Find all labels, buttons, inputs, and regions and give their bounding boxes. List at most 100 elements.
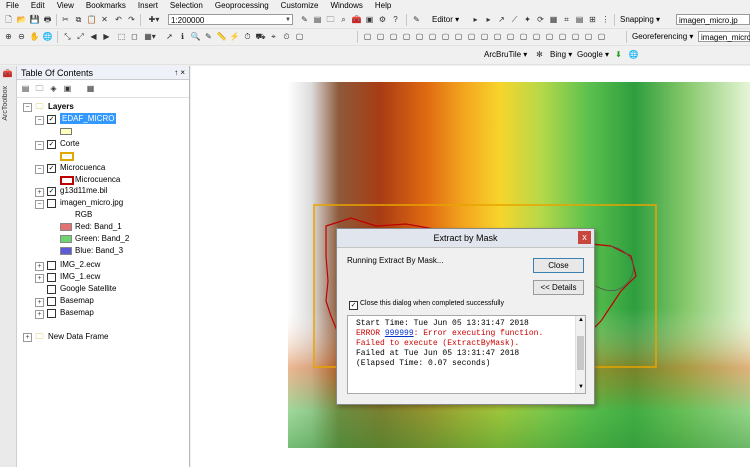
menu-edit[interactable]: Edit xyxy=(25,0,51,11)
list-by-selection-icon[interactable]: ▣ xyxy=(62,83,73,94)
list-by-visibility-icon[interactable]: ◈ xyxy=(48,83,59,94)
cut-polygon-icon[interactable]: ⟋ xyxy=(509,14,520,25)
redo-icon[interactable]: ↷ xyxy=(126,14,137,25)
expand-icon[interactable]: + xyxy=(35,188,44,197)
menu-customize[interactable]: Customize xyxy=(275,0,325,11)
layer-checkbox[interactable] xyxy=(47,309,56,318)
toc-layer-google-satellite[interactable]: Google Satellite xyxy=(60,283,116,294)
toc-layer-microcuenca[interactable]: Microcuenca xyxy=(60,162,105,173)
snapping-menu[interactable]: Snapping ▾ xyxy=(620,14,660,25)
toc-layer-basemap-1[interactable]: Basemap xyxy=(60,295,94,306)
search-icon[interactable]: ⌕ xyxy=(338,14,349,25)
edit-vertices-icon[interactable]: ▸ xyxy=(483,14,494,25)
details-button[interactable]: << Details xyxy=(533,280,584,295)
toc-layer-img1[interactable]: IMG_1.ecw xyxy=(60,271,100,282)
hyperlink-icon[interactable]: ⚡ xyxy=(229,31,240,42)
close-button[interactable]: Close xyxy=(533,258,584,273)
layer-checkbox[interactable]: ✓ xyxy=(47,115,56,124)
georef-tool-5-icon[interactable]: ▢ xyxy=(414,31,425,42)
georef-tool-13-icon[interactable]: ▢ xyxy=(518,31,529,42)
close-icon[interactable]: x xyxy=(578,231,591,244)
bing-menu[interactable]: Bing ▾ xyxy=(550,49,572,60)
python-icon[interactable]: ▣ xyxy=(364,14,375,25)
georef-tool-8-icon[interactable]: ▢ xyxy=(453,31,464,42)
menu-insert[interactable]: Insert xyxy=(132,0,164,11)
georef-tool-11-icon[interactable]: ▢ xyxy=(492,31,503,42)
layer-checkbox[interactable] xyxy=(47,261,56,270)
layer-checkbox[interactable]: ✓ xyxy=(47,140,56,149)
layer-combo[interactable]: imagen_micro.jp xyxy=(676,14,750,25)
layer-checkbox[interactable] xyxy=(47,199,56,208)
list-by-source-icon[interactable]: 🗀 xyxy=(34,83,45,94)
expand-icon[interactable]: + xyxy=(35,274,44,283)
toc-new-data-frame[interactable]: New Data Frame xyxy=(48,331,108,342)
menu-windows[interactable]: Windows xyxy=(324,0,368,11)
georef-layer-combo[interactable]: imagen_micro.jp xyxy=(698,31,750,42)
copy-icon[interactable]: ⧉ xyxy=(73,14,84,25)
model-builder-icon[interactable]: ⚙ xyxy=(377,14,388,25)
arctoolbox-icon[interactable]: 🧰 xyxy=(2,68,13,79)
layer-checkbox[interactable] xyxy=(47,297,56,306)
collapse-icon[interactable]: − xyxy=(35,141,44,150)
select-dropdown-icon[interactable]: ▦▾ xyxy=(142,31,158,42)
dialog-title-bar[interactable]: Extract by Mask x xyxy=(337,229,594,248)
expand-icon[interactable]: + xyxy=(35,262,44,271)
collapse-icon[interactable]: − xyxy=(35,165,44,174)
zoom-out-icon[interactable]: ⊖ xyxy=(16,31,27,42)
open-time-slider-icon[interactable]: ⏲ xyxy=(281,31,292,42)
rotate-icon[interactable]: ⟳ xyxy=(535,14,546,25)
forward-icon[interactable]: ▶ xyxy=(101,31,112,42)
georef-tool-9-icon[interactable]: ▢ xyxy=(466,31,477,42)
clear-selection-icon[interactable]: ◻ xyxy=(129,31,140,42)
georef-tool-2-icon[interactable]: ▢ xyxy=(375,31,386,42)
split-icon[interactable]: ✦ xyxy=(522,14,533,25)
select-features-icon[interactable]: ⬚ xyxy=(116,31,127,42)
editor-menu[interactable]: Editor ▾ xyxy=(432,14,459,25)
create-features-icon[interactable]: ▤ xyxy=(574,14,585,25)
layers-root-label[interactable]: Layers xyxy=(48,101,74,112)
scroll-thumb[interactable] xyxy=(577,336,584,370)
expand-icon[interactable]: + xyxy=(35,298,44,307)
georef-tool-10-icon[interactable]: ▢ xyxy=(479,31,490,42)
toc-options-icon[interactable]: ▦ xyxy=(85,83,96,94)
reshape-icon[interactable]: ↗ xyxy=(496,14,507,25)
georef-tool-6-icon[interactable]: ▢ xyxy=(427,31,438,42)
log-scrollbar[interactable]: ▲ ▼ xyxy=(575,316,585,393)
open-icon[interactable]: 📂 xyxy=(16,14,27,25)
arctoolbox-icon[interactable]: 🧰 xyxy=(351,14,362,25)
scroll-down-icon[interactable]: ▼ xyxy=(578,384,584,390)
html-popup-icon[interactable]: ✎ xyxy=(203,31,214,42)
pan-icon[interactable]: ✋ xyxy=(29,31,40,42)
edit-tool-icon[interactable]: ✎ xyxy=(411,14,422,25)
find-route-icon[interactable]: ⛟ xyxy=(255,31,266,42)
error-code-link[interactable]: 999999 xyxy=(385,329,414,338)
georeferencing-menu[interactable]: Georeferencing ▾ xyxy=(632,31,693,42)
georef-tool-18-icon[interactable]: ▢ xyxy=(583,31,594,42)
fixed-zoom-in-icon[interactable]: ⤡ xyxy=(62,31,73,42)
menu-bookmarks[interactable]: Bookmarks xyxy=(80,0,132,11)
chevron-down-icon[interactable]: ▼ xyxy=(285,15,291,26)
toc-layer-g13d11me[interactable]: g13d11me.bil xyxy=(60,185,107,196)
list-by-drawing-order-icon[interactable]: ▤ xyxy=(20,83,31,94)
georef-tool-12-icon[interactable]: ▢ xyxy=(505,31,516,42)
delete-icon[interactable]: ✕ xyxy=(99,14,110,25)
expand-icon[interactable]: + xyxy=(35,310,44,319)
download-arrow-icon[interactable]: ⬇ xyxy=(613,49,624,60)
add-data-icon[interactable]: ✚▾ xyxy=(146,14,162,25)
menu-geoprocessing[interactable]: Geoprocessing xyxy=(209,0,275,11)
select-elements-icon[interactable]: ➚ xyxy=(164,31,175,42)
toc-layer-basemap-2[interactable]: Basemap xyxy=(60,307,94,318)
globe-icon[interactable]: 🌐 xyxy=(628,49,639,60)
undo-icon[interactable]: ↶ xyxy=(113,14,124,25)
layer-checkbox[interactable] xyxy=(47,273,56,282)
toc-pin-close[interactable]: ↑ × xyxy=(174,66,185,80)
create-viewer-icon[interactable]: ▢ xyxy=(294,31,305,42)
zoom-in-icon[interactable]: ⊕ xyxy=(3,31,14,42)
georef-tool-14-icon[interactable]: ▢ xyxy=(531,31,542,42)
georef-tool-1-icon[interactable]: ▢ xyxy=(362,31,373,42)
georef-tool-3-icon[interactable]: ▢ xyxy=(388,31,399,42)
toc-layer-edaf-micro[interactable]: EDAF_MICRO xyxy=(60,113,117,124)
measure-icon[interactable]: 📏 xyxy=(216,31,227,42)
georef-tool-19-icon[interactable]: ▢ xyxy=(596,31,607,42)
expand-icon[interactable]: + xyxy=(23,333,32,342)
